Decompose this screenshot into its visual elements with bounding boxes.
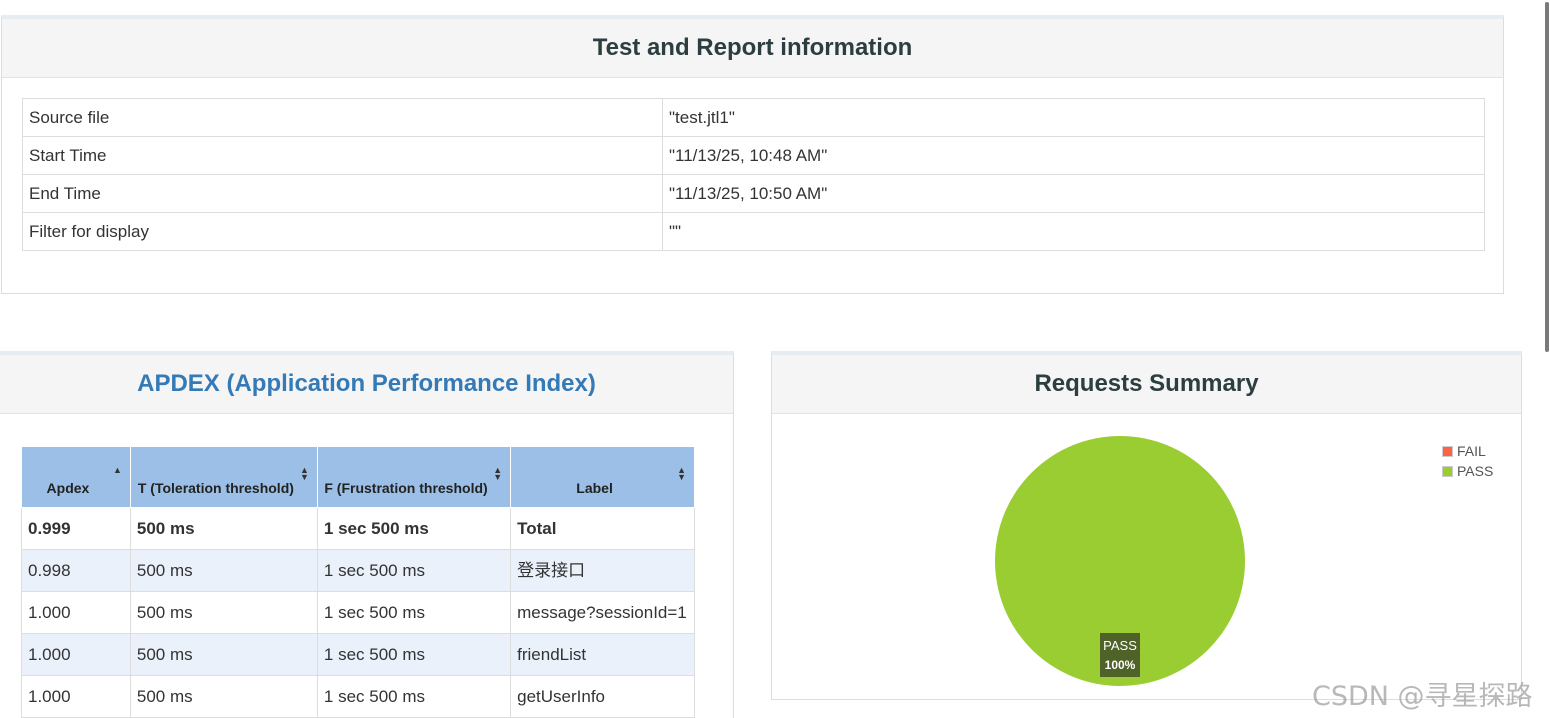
requests-pie-chart: PASS 100% — [995, 436, 1245, 686]
frustration-cell: 1 sec 500 ms — [316, 591, 512, 634]
legend-swatch-pass — [1442, 465, 1453, 477]
info-row: End Time "11/13/25, 10:50 AM" — [22, 174, 1485, 213]
label-cell: getUserInfo — [510, 675, 695, 718]
requests-summary-panel: Requests Summary PASS 100% FAIL PASS — [771, 351, 1522, 700]
label-cell: friendList — [510, 633, 695, 676]
info-value: "11/13/25, 10:50 AM" — [662, 174, 1485, 213]
info-value: "" — [662, 212, 1485, 251]
legend-item-fail[interactable]: FAIL — [1442, 441, 1493, 461]
apdex-panel-title: APDEX (Application Performance Index) — [0, 355, 733, 414]
label-cell: 登录接口 — [510, 549, 695, 592]
legend-item-pass[interactable]: PASS — [1442, 461, 1493, 481]
header-label: Label — [576, 480, 613, 496]
frustration-cell: 1 sec 500 ms — [316, 507, 512, 550]
legend-label: FAIL — [1457, 443, 1486, 459]
apdex-cell: 0.998 — [21, 549, 131, 592]
header-label: T (Toleration threshold) — [137, 480, 294, 496]
sort-both-icon: ▲ ▼ — [493, 465, 503, 482]
table-row: 1.000 500 ms 1 sec 500 ms friendList — [21, 633, 695, 676]
frustration-cell: 1 sec 500 ms — [316, 675, 512, 718]
info-value: "test.jtl1" — [662, 98, 1485, 137]
toleration-column-header[interactable]: T (Toleration threshold) ▲ ▼ — [129, 446, 318, 508]
apdex-table: Apdex ▲ T (Toleration threshold) ▲ ▼ F (F… — [21, 446, 695, 718]
table-row: 0.998 500 ms 1 sec 500 ms 登录接口 — [21, 549, 695, 592]
info-table: Source file "test.jtl1" Start Time "11/1… — [22, 98, 1485, 251]
apdex-column-header[interactable]: Apdex ▲ — [21, 446, 131, 508]
toleration-cell: 500 ms — [129, 591, 318, 634]
table-row: 1.000 500 ms 1 sec 500 ms message?sessio… — [21, 591, 695, 634]
info-row: Filter for display "" — [22, 212, 1485, 251]
sort-both-icon: ▲ ▼ — [299, 465, 309, 482]
info-row: Start Time "11/13/25, 10:48 AM" — [22, 136, 1485, 175]
apdex-cell: 1.000 — [21, 675, 131, 718]
frustration-cell: 1 sec 500 ms — [316, 633, 512, 676]
info-key: Filter for display — [22, 212, 663, 251]
table-row: 0.999 500 ms 1 sec 500 ms Total — [21, 507, 695, 550]
toleration-cell: 500 ms — [129, 549, 318, 592]
pie-slice-label: PASS 100% — [1100, 633, 1140, 677]
test-report-info-panel: Test and Report information Source file … — [1, 15, 1504, 294]
table-row: 1.000 500 ms 1 sec 500 ms getUserInfo — [21, 675, 695, 718]
toleration-cell: 500 ms — [129, 507, 318, 550]
header-label: F (Frustration threshold) — [324, 480, 488, 496]
apdex-cell: 1.000 — [21, 591, 131, 634]
info-row: Source file "test.jtl1" — [22, 98, 1485, 137]
apdex-panel: APDEX (Application Performance Index) Ap… — [0, 351, 734, 718]
chart-legend: FAIL PASS — [1442, 441, 1493, 481]
frustration-column-header[interactable]: F (Frustration threshold) ▲ ▼ — [316, 446, 512, 508]
label-cell: Total — [510, 507, 695, 550]
legend-swatch-fail — [1442, 445, 1453, 457]
toleration-cell: 500 ms — [129, 633, 318, 676]
label-cell: message?sessionId=1 — [510, 591, 695, 634]
page-scrollbar[interactable] — [1544, 0, 1550, 718]
frustration-cell: 1 sec 500 ms — [316, 549, 512, 592]
apdex-cell: 1.000 — [21, 633, 131, 676]
slice-label-percent: 100% — [1105, 658, 1136, 672]
apdex-cell: 0.999 — [21, 507, 131, 550]
label-column-header[interactable]: Label ▲ ▼ — [510, 446, 695, 508]
info-key: End Time — [22, 174, 663, 213]
apdex-header-row: Apdex ▲ T (Toleration threshold) ▲ ▼ F (F… — [21, 446, 695, 508]
header-label: Apdex — [46, 480, 90, 496]
info-key: Source file — [22, 98, 663, 137]
sort-asc-icon: ▲ — [112, 465, 122, 475]
scrollbar-thumb[interactable] — [1545, 2, 1549, 352]
info-panel-title: Test and Report information — [2, 19, 1503, 78]
watermark: CSDN @寻星探路 — [1312, 681, 1533, 712]
legend-label: PASS — [1457, 463, 1494, 479]
toleration-cell: 500 ms — [129, 675, 318, 718]
slice-label-name: PASS — [1103, 638, 1137, 653]
summary-panel-title: Requests Summary — [772, 355, 1521, 414]
sort-both-icon: ▲ ▼ — [677, 465, 686, 482]
info-value: "11/13/25, 10:48 AM" — [662, 136, 1485, 175]
info-key: Start Time — [22, 136, 663, 175]
